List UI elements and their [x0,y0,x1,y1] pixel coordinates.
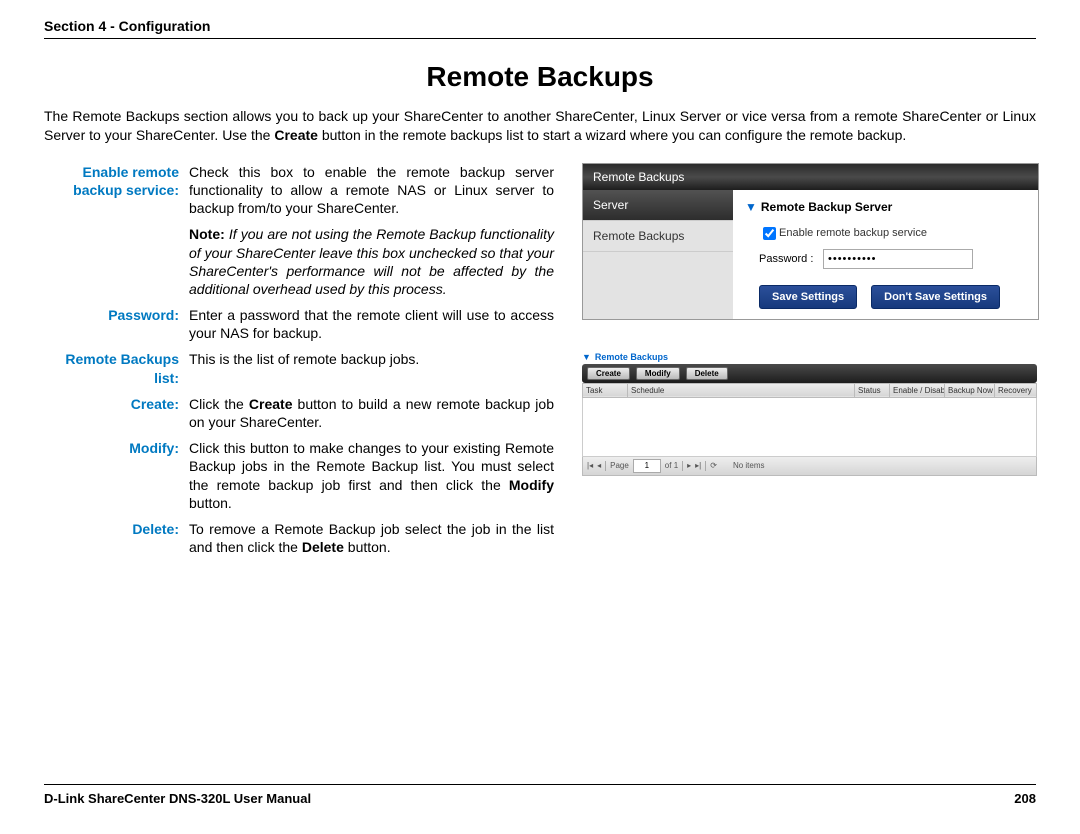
modify-desc: Click this button to make changes to you… [189,439,554,512]
password-input[interactable] [823,249,973,269]
list-title: Remote Backups [595,352,668,362]
dont-save-settings-button[interactable]: Don't Save Settings [871,285,1000,309]
footer-page-number: 208 [1014,791,1036,806]
note-prefix: Note: [189,226,225,242]
pager-bar: |◂ ◂ Page of 1 ▸ ▸| ⟳ No items [582,457,1037,476]
enable-desc: Check this box to enable the remote back… [189,163,554,218]
create-label: Create: [44,395,189,431]
modify-text-a: Click this button to make changes to you… [189,440,554,492]
password-field-label: Password : [759,253,817,265]
col-task[interactable]: Task [583,383,628,397]
pager-refresh-icon[interactable]: ⟳ [710,461,717,470]
col-recovery[interactable]: Recovery [995,383,1037,397]
intro-bold: Create [274,127,318,143]
triangle-down-icon: ▼ [745,200,757,214]
footer-left: D-Link ShareCenter DNS-320L User Manual [44,791,311,806]
pager-page-input[interactable] [633,459,661,473]
create-desc: Click the Create button to build a new r… [189,395,554,431]
sidebar-item-remote-backups[interactable]: Remote Backups [583,221,733,252]
pager-prev-icon[interactable]: ◂ [597,461,601,470]
backup-jobs-table: Task Schedule Status Enable / Disable Ba… [582,383,1037,398]
enable-remote-backup-checkbox[interactable] [763,227,776,240]
pager-of-label: of 1 [665,461,678,470]
accordion-header[interactable]: ▼ Remote Backup Server [745,200,1026,214]
password-desc: Enter a password that the remote client … [189,306,554,342]
col-schedule[interactable]: Schedule [628,383,855,397]
screenshot-remote-backups-list: ▼ Remote Backups Create Modify Delete Tas… [582,352,1037,476]
sidebar-item-server[interactable]: Server [583,190,733,221]
create-bold: Create [249,396,293,412]
pager-page-label: Page [610,461,629,470]
intro-paragraph: The Remote Backups section allows you to… [44,107,1036,145]
pager-next-icon[interactable]: ▸ [687,461,691,470]
panel-title: Remote Backups [583,164,1038,190]
table-empty-body [582,398,1037,457]
col-backup-now[interactable]: Backup Now [945,383,995,397]
delete-label: Delete: [44,520,189,556]
pager-last-icon[interactable]: ▸| [695,461,701,470]
triangle-down-icon: ▼ [582,352,591,362]
intro-text-b: button in the remote backups list to sta… [318,127,906,143]
col-status[interactable]: Status [855,383,890,397]
delete-bold: Delete [302,539,344,555]
accordion-label: Remote Backup Server [761,200,892,214]
create-button[interactable]: Create [587,367,630,380]
save-settings-button[interactable]: Save Settings [759,285,857,309]
delete-desc: To remove a Remote Backup job select the… [189,520,554,556]
enable-note: Note: If you are not using the Remote Ba… [189,225,554,298]
pager-first-icon[interactable]: |◂ [587,461,593,470]
create-text-a: Click the [189,396,249,412]
enable-label: Enable remote backup service: [44,163,189,218]
list-desc: This is the list of remote backup jobs. [189,350,554,386]
checkbox-label: Enable remote backup service [779,227,927,239]
col-enable-disable[interactable]: Enable / Disable [890,383,945,397]
section-header: Section 4 - Configuration [44,18,1036,39]
pager-status: No items [733,461,765,470]
list-accordion-header[interactable]: ▼ Remote Backups [582,352,1037,362]
delete-button[interactable]: Delete [686,367,728,380]
screenshot-remote-backup-server: Remote Backups Server Remote Backups ▼ Re… [582,163,1039,320]
modify-label: Modify: [44,439,189,512]
list-label: Remote Backups list: [44,350,189,386]
page-title: Remote Backups [44,61,1036,93]
modify-bold: Modify [509,477,554,493]
note-text: If you are not using the Remote Backup f… [189,226,554,297]
delete-text-b: button. [344,539,391,555]
password-label: Password: [44,306,189,342]
modify-text-b: button. [189,495,232,511]
modify-button[interactable]: Modify [636,367,680,380]
